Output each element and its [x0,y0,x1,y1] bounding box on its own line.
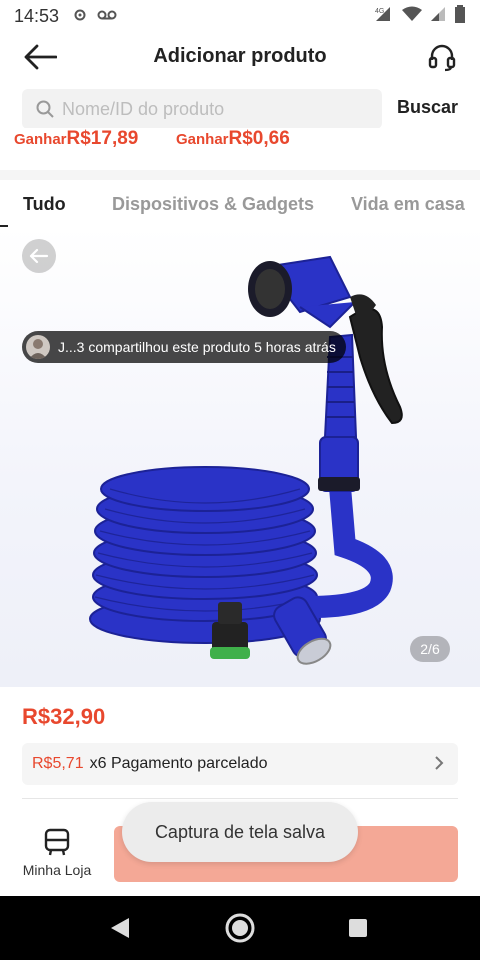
tab-vida-em-casa[interactable]: Vida em casa [351,194,465,215]
signal-icon [430,6,446,27]
chevron-right-icon [435,756,444,770]
product-image[interactable]: J...3 compartilhou este produto 5 horas … [0,227,480,687]
section-separator [0,170,480,180]
earn-prefix: Ganhar [14,131,67,148]
toast-message: Captura de tela salva [122,802,358,862]
earn-strip: GanharR$17,89 GanharR$0,66 [0,128,480,170]
share-text: J...3 compartilhou este produto 5 horas … [58,339,336,355]
voicemail-icon [97,9,117,24]
search-row: Buscar [0,87,480,131]
my-store-button[interactable]: Minha Loja [20,828,94,884]
my-store-label: Minha Loja [22,862,92,878]
headset-icon [428,44,456,72]
status-bar: 14:53 4G [0,0,480,32]
home-circle-icon [225,913,255,943]
product-price: R$32,90 [22,704,106,729]
customer-service-button[interactable] [424,40,460,74]
store-icon [44,828,70,856]
earn-amount: R$17,89 [66,128,139,149]
search-icon [36,100,54,118]
nav-recents-button[interactable] [342,912,374,944]
installment-option[interactable]: R$5,71 x6 Pagamento parcelado [22,743,458,785]
share-activity-badge: J...3 compartilhou este produto 5 horas … [22,331,346,363]
earn-amount: R$0,66 [228,128,290,149]
tab-dispositivos-gadgets[interactable]: Dispositivos & Gadgets [112,194,314,215]
square-recents-icon [349,919,367,937]
installment-price: R$5,71 [32,755,84,772]
garden-hose-illustration [89,255,403,665]
status-time: 14:53 [14,5,60,26]
nav-back-button[interactable] [104,912,136,944]
svg-text:4G: 4G [375,8,384,15]
tab-tudo[interactable]: Tudo [23,194,66,215]
divider [22,798,458,799]
triangle-back-icon [111,918,129,938]
arrow-left-icon [29,248,49,264]
earn-prefix: Ganhar [176,131,229,148]
search-input[interactable] [62,98,362,120]
image-page-indicator: 2/6 [410,636,450,662]
status-notification-icons [73,8,117,25]
avatar [26,335,50,359]
earn-item: GanharR$17,89 [14,128,138,150]
battery-icon [454,4,466,28]
wifi-icon [402,6,422,27]
category-tabs: Tudo Dispositivos & Gadgets Vida em casa [0,180,480,226]
search-box[interactable] [22,89,382,129]
page-title: Adicionar produto [153,45,327,67]
cellular-signal-icon: 4G [374,5,394,28]
status-system-icons: 4G [374,4,466,28]
header: Adicionar produto [0,32,480,82]
installment-text: x6 Pagamento parcelado [89,755,268,772]
nav-home-button[interactable] [224,912,256,944]
search-button[interactable]: Buscar [397,97,458,118]
earn-item: GanharR$0,66 [176,128,290,150]
image-back-button[interactable] [22,239,56,273]
system-navigation-bar [0,896,480,960]
settings-notification-icon [73,8,87,25]
